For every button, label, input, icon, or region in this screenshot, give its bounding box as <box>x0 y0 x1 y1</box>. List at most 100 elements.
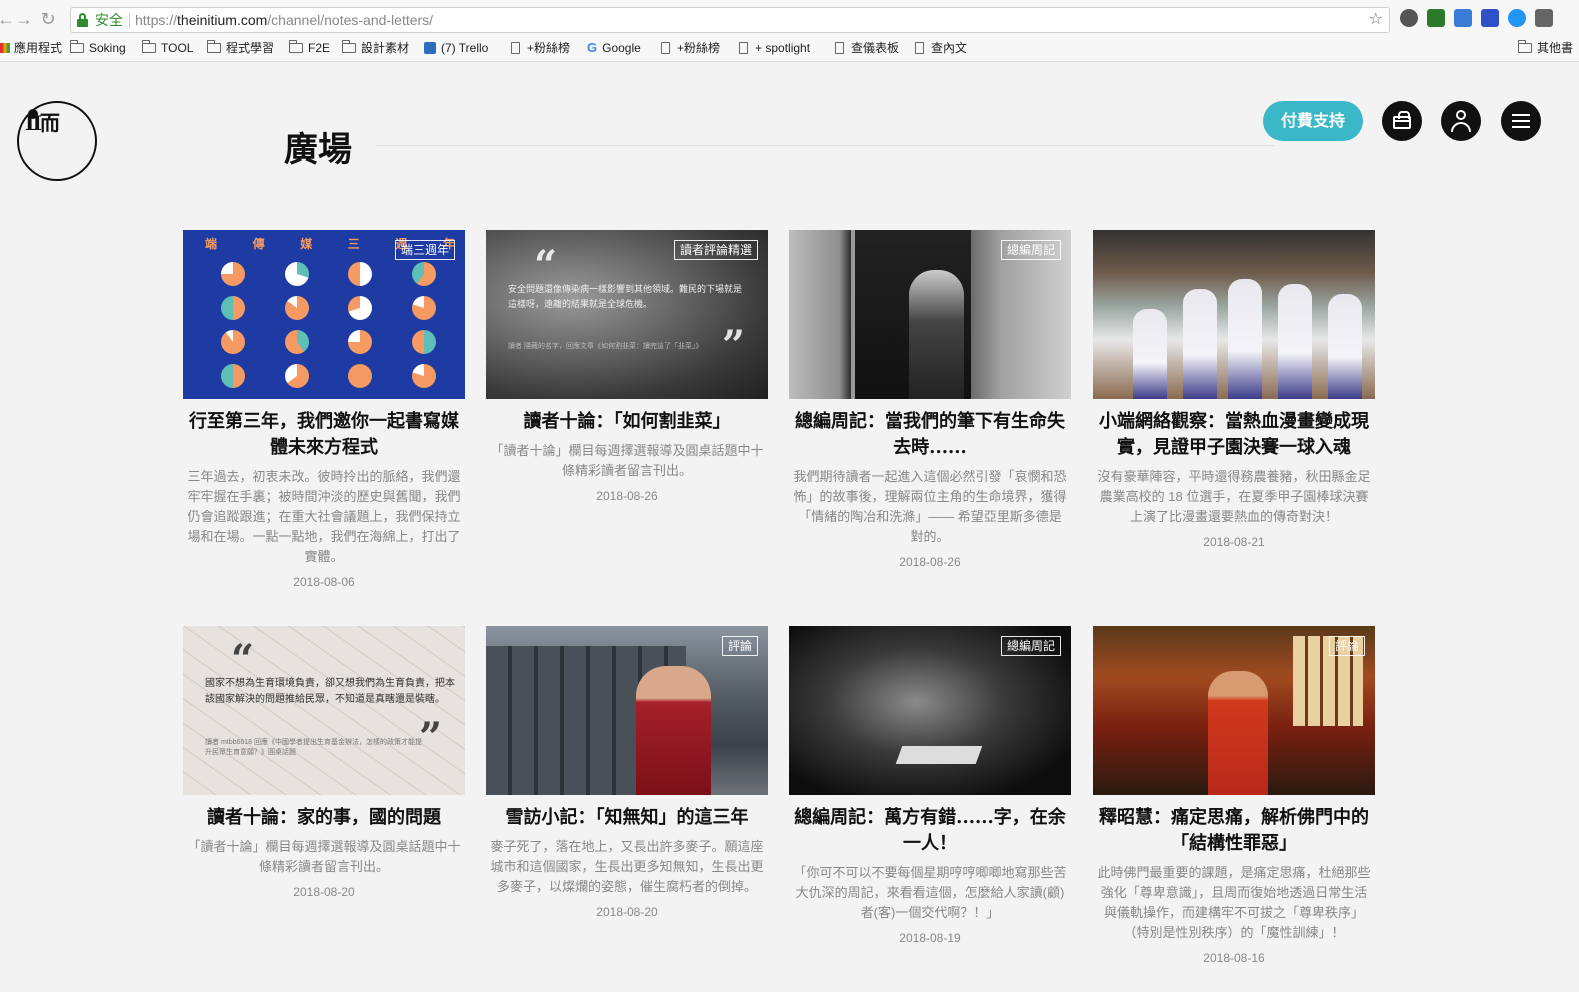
folder-icon <box>69 40 84 53</box>
article-card[interactable]: “ 安全問題還像傳染病一樣影響到其他領域。難民的下場就是這樣呀，遠離的結果就是全… <box>486 230 768 503</box>
article-thumbnail[interactable]: 總編周記 <box>789 230 1071 399</box>
bookmark-star-icon[interactable]: ☆ <box>1369 8 1383 32</box>
article-card[interactable]: 評論 雪訪小記：「知無知」的這三年 麥子死了，落在地上，又長出許多麥子。願這座城… <box>486 626 768 919</box>
pie-chart-icon <box>412 262 437 286</box>
c-extension-icon[interactable] <box>1508 9 1526 27</box>
shop-button[interactable] <box>1382 101 1422 141</box>
article-title[interactable]: 讀者十論：「如何割韭菜」 <box>486 409 768 435</box>
article-title[interactable]: 總編周記：當我們的筆下有生命失去時...... <box>789 409 1071 461</box>
bookmark-page[interactable]: +粉絲榜 <box>511 40 570 56</box>
category-badge: 總編周記 <box>1000 240 1061 260</box>
logo-glyph: Ⅱ而 <box>25 111 60 135</box>
bookmark-apps[interactable]: 應用程式 <box>0 40 62 56</box>
bookmark-other[interactable]: 其他書 <box>1517 40 1573 56</box>
category-badge: 評論 <box>721 636 758 656</box>
trello-icon <box>424 42 436 54</box>
article-date: 2018-08-20 <box>596 905 658 919</box>
info-extension-icon[interactable] <box>1481 9 1499 27</box>
bookmark-folder[interactable]: TOOL <box>141 40 193 56</box>
menu-button[interactable] <box>1501 101 1541 141</box>
pie-chart-icon <box>348 262 373 286</box>
address-bar[interactable]: 安全 https://theinitium.com/channel/notes-… <box>70 7 1390 33</box>
bookmark-folder[interactable]: 程式學習 <box>206 40 274 56</box>
player-image <box>1133 309 1167 399</box>
article-title[interactable]: 小端網絡觀察：當熱血漫畫變成現實，見證甲子園決賽一球入魂 <box>1093 409 1375 461</box>
bookmark-folder[interactable]: 設計素材 <box>341 40 409 56</box>
article-card[interactable]: 評論 釋昭慧：痛定思痛，解析佛門中的「結構性罪惡」 此時佛門最重要的課題，是痛定… <box>1093 626 1375 965</box>
secure-label: 安全 <box>95 12 123 28</box>
support-button[interactable]: 付費支持 <box>1263 101 1363 141</box>
article-summary: 「讀者十論」欄目每週擇選報導及圓桌話題中十條精彩讀者留言刊出。 <box>490 443 764 478</box>
pie-grid <box>201 262 456 388</box>
article-date: 2018-08-16 <box>1203 951 1265 965</box>
pie-chart-icon <box>412 330 437 354</box>
article-thumbnail[interactable]: 總編周記 <box>789 626 1071 795</box>
page-icon <box>739 42 748 54</box>
category-badge: 評論 <box>1328 636 1365 656</box>
article-title[interactable]: 總編周記：萬方有錯......字，在余一人！ <box>789 805 1071 857</box>
folder-icon <box>141 40 156 53</box>
article-card[interactable]: 總編周記 總編周記：當我們的筆下有生命失去時...... 我們期待讀者一起進入這… <box>789 230 1071 569</box>
bookmark-page[interactable]: 查內文 <box>915 40 967 56</box>
close-quote-icon: ” <box>722 322 746 369</box>
pie-chart-icon <box>348 364 373 388</box>
url-text[interactable]: https://theinitium.com/channel/notes-and… <box>135 8 433 32</box>
thumbnail-quote: 安全問題還像傳染病一樣影響到其他領域。難民的下場就是這樣呀，遠離的結果就是全球危… <box>508 284 743 309</box>
article-date: 2018-08-06 <box>293 575 355 589</box>
bookmark-folder[interactable]: Soking <box>69 40 126 56</box>
address-separator <box>129 13 130 28</box>
google-icon: G <box>587 40 598 55</box>
folder-icon <box>341 40 356 53</box>
article-thumbnail[interactable]: “ 國家不想為生育環境負責，卻又想我們為生育負責，把本該國家解決的問題推給民眾，… <box>183 626 465 795</box>
thumbnail-quote-source: 讀者 mtbb6618 回應《中國學者提出生育基金辦法，怎樣的政策才能提升民眾生… <box>205 739 423 756</box>
article-date: 2018-08-21 <box>1203 535 1265 549</box>
bookmark-page[interactable]: + spotlight <box>739 40 810 56</box>
bookmark-page[interactable]: 查儀表板 <box>835 40 899 56</box>
pie-chart-icon <box>220 262 245 286</box>
article-summary: 我們期待讀者一起進入這個必然引發「哀憫和恐怖」的故事後，理解兩位主角的生命境界，… <box>793 469 1067 544</box>
article-thumbnail[interactable] <box>1093 230 1375 399</box>
article-thumbnail[interactable]: 端傳媒三週年 端三週年 <box>183 230 465 399</box>
page-icon <box>511 42 520 54</box>
article-card[interactable]: “ 國家不想為生育環境負責，卻又想我們為生育負責，把本該國家解決的問題推給民眾，… <box>183 626 465 899</box>
article-title[interactable]: 雪訪小記：「知無知」的這三年 <box>486 805 768 831</box>
article-summary: 此時佛門最重要的課題，是痛定思痛，杜絕那些強化「尊卑意識」，且周而復始地透過日常… <box>1097 865 1371 940</box>
page-title: 廣場 <box>284 130 352 170</box>
article-summary: 「讀者十論」欄目每週擇選報導及圓桌話題中十條精彩讀者留言刊出。 <box>187 839 461 874</box>
folder-icon <box>206 40 221 53</box>
article-title[interactable]: 讀者十論：家的事，國的問題 <box>183 805 465 831</box>
article-card[interactable]: 總編周記 總編周記：萬方有錯......字，在余一人！ 「你可不可以不要每個星期… <box>789 626 1071 945</box>
article-card[interactable]: 端傳媒三週年 端三週年 行至第三年，我們邀你一起書寫媒體未來方程式 三年過去，初… <box>183 230 465 589</box>
pie-chart-icon <box>412 296 437 320</box>
page-icon <box>915 42 924 54</box>
bw-extension-icon[interactable] <box>1427 9 1445 27</box>
article-date: 2018-08-19 <box>899 931 961 945</box>
bookmark-google[interactable]: G Google <box>587 40 641 56</box>
article-title[interactable]: 行至第三年，我們邀你一起書寫媒體未來方程式 <box>183 409 465 461</box>
pie-chart-icon <box>220 330 245 354</box>
article-thumbnail[interactable]: 評論 <box>1093 626 1375 795</box>
bookmark-folder[interactable]: F2E <box>288 40 330 56</box>
pie-chart-icon <box>284 262 309 286</box>
article-date: 2018-08-26 <box>596 489 658 503</box>
bookmark-page[interactable]: +粉絲榜 <box>661 40 720 56</box>
reload-icon[interactable]: ↻ <box>38 8 58 30</box>
article-date: 2018-08-26 <box>899 555 961 569</box>
article-card[interactable]: 小端網絡觀察：當熱血漫畫變成現實，見證甲子園決賽一球入魂 沒有豪華陣容，平時還得… <box>1093 230 1375 549</box>
pie-chart-icon <box>348 330 373 354</box>
bookmark-trello[interactable]: (7) Trello <box>424 40 488 56</box>
article-thumbnail[interactable]: “ 安全問題還像傳染病一樣影響到其他領域。難民的下場就是這樣呀，遠離的結果就是全… <box>486 230 768 399</box>
site-logo[interactable]: Ⅱ而 <box>17 101 97 181</box>
pie-chart-icon <box>412 364 437 388</box>
title-divider <box>376 145 1274 146</box>
book-image <box>895 746 983 764</box>
account-button[interactable] <box>1441 101 1481 141</box>
extension-icon[interactable] <box>1535 9 1553 27</box>
pie-chart-icon <box>284 364 309 388</box>
close-quote-icon: ” <box>419 714 443 761</box>
forward-arrow-icon[interactable]: → <box>14 8 34 30</box>
evernote-icon[interactable] <box>1400 9 1418 27</box>
s-extension-icon[interactable] <box>1454 9 1472 27</box>
article-thumbnail[interactable]: 評論 <box>486 626 768 795</box>
article-title[interactable]: 釋昭慧：痛定思痛，解析佛門中的「結構性罪惡」 <box>1093 805 1375 857</box>
